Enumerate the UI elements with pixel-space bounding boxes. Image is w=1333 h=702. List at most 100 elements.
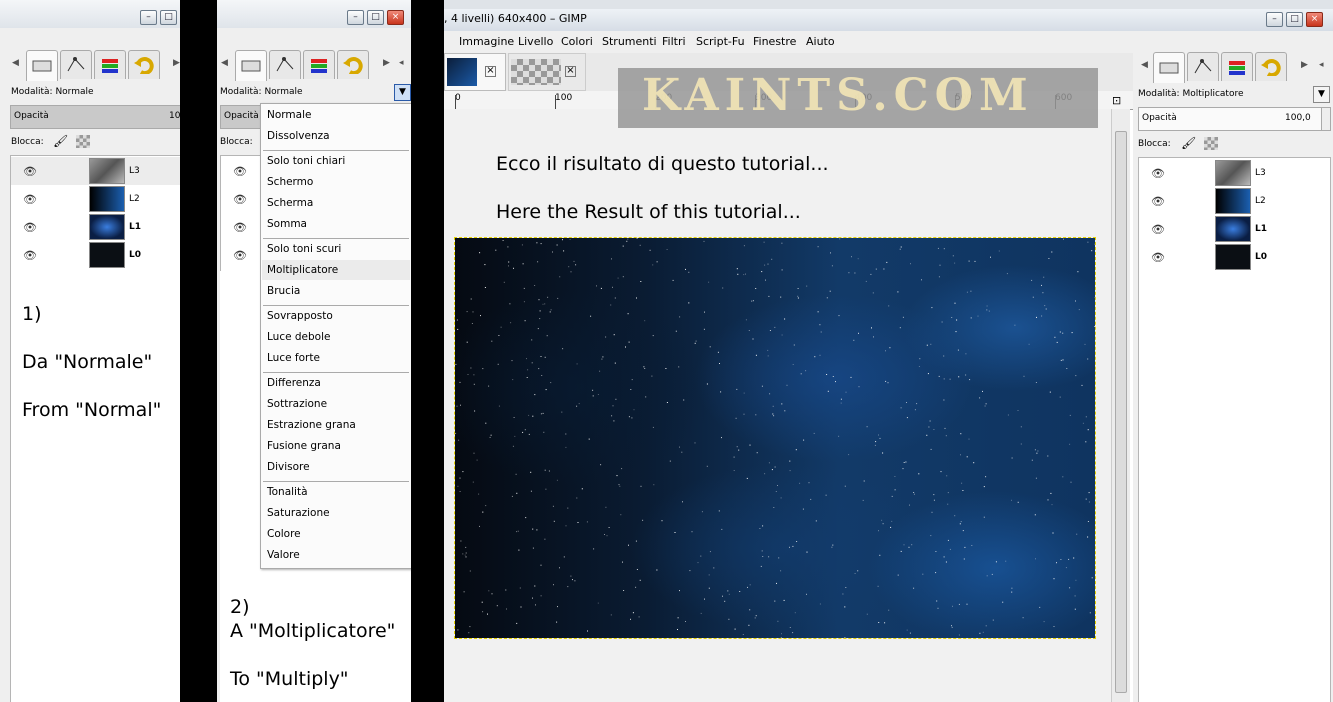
layer-row[interactable]: 👁 L2 [1139,187,1330,215]
eye-icon[interactable]: 👁 [233,249,247,262]
eye-icon[interactable]: 👁 [1151,251,1165,264]
mode-dropdown-button[interactable]: ▼ [1313,86,1330,103]
image-tab-starfield[interactable]: × [444,53,506,91]
menu-item[interactable]: Livello [518,35,553,48]
menu-item[interactable]: Aiuto [806,35,835,48]
scroll-right-arrow-icon[interactable]: ▶ [1301,60,1308,70]
eye-icon[interactable]: 👁 [23,221,37,234]
eye-icon[interactable]: 👁 [23,249,37,262]
maximize-button[interactable]: □ [367,10,384,25]
menu-item[interactable]: Finestre [753,35,796,48]
mode-option[interactable]: Normale [267,109,311,121]
mode-option[interactable]: Saturazione [267,507,330,519]
eye-icon[interactable]: 👁 [1151,195,1165,208]
mode-option[interactable]: Luce forte [267,352,320,364]
menu-item[interactable]: Immagine [459,35,514,48]
maximize-button[interactable]: □ [160,10,177,25]
tab-undo[interactable] [1255,52,1287,81]
maximize-button[interactable]: □ [1286,12,1303,27]
scroll-left-arrow-icon[interactable]: ◀ [221,58,228,68]
separator-bar [411,0,444,702]
scroll-right-arrow-icon[interactable]: ▶ [173,58,180,68]
eye-icon[interactable]: 👁 [233,165,247,178]
opacity-slider[interactable]: Opacità 100 [10,105,180,129]
starfield-image[interactable] [454,237,1096,639]
minimize-button[interactable]: – [1266,12,1283,27]
mode-option[interactable]: Fusione grana [267,440,341,452]
mode-option[interactable]: Estrazione grana [267,419,356,431]
panel-menu-icon[interactable]: ◂ [399,58,404,68]
mode-option[interactable]: Dissolvenza [267,130,330,142]
opacity-slider[interactable]: Opacità 100,0 [1138,107,1323,131]
layer-row[interactable]: 👁 L2 [11,185,180,213]
tab-channels[interactable] [94,50,126,79]
side-scrollbar[interactable] [1321,107,1331,131]
layer-row[interactable]: 👁 L1 [1139,215,1330,243]
menu-item[interactable]: Script-Fu [696,35,745,48]
close-tab-icon[interactable]: × [565,66,576,77]
mode-dropdown-button[interactable]: ▼ [394,84,411,101]
eye-icon[interactable]: 👁 [233,193,247,206]
scroll-right-arrow-icon[interactable]: ▶ [383,58,390,68]
zoom-nav-icon[interactable]: ⊡ [1112,94,1121,107]
eye-icon[interactable]: 👁 [1151,223,1165,236]
eye-icon[interactable]: 👁 [233,221,247,234]
tab-undo[interactable] [337,50,369,79]
vertical-scrollbar[interactable] [1111,109,1130,702]
close-button[interactable]: × [1306,12,1323,27]
tab-layers[interactable] [1153,52,1185,83]
mode-option[interactable]: Moltiplicatore [267,264,338,276]
image-tab-other[interactable]: × [508,53,586,91]
layer-row[interactable]: 👁 L0 [11,241,180,269]
mode-option[interactable]: Solo toni scuri [267,243,341,255]
layer-row[interactable]: 👁 L3 [1139,159,1330,187]
mode-label[interactable]: Modalità: Normale [11,87,94,97]
scrollbar-thumb[interactable] [1115,131,1127,693]
menu-item[interactable]: Colori [561,35,593,48]
eye-icon[interactable]: 👁 [1151,167,1165,180]
tab-paths[interactable] [60,50,92,79]
tab-channels[interactable] [1221,52,1253,81]
eye-icon[interactable]: 👁 [23,165,37,178]
mode-option[interactable]: Divisore [267,461,310,473]
mode-option[interactable]: Scherma [267,197,313,209]
mode-label[interactable]: Modalità: Normale [220,87,303,97]
mode-option[interactable]: Brucia [267,285,300,297]
tab-channels[interactable] [303,50,335,79]
mode-option[interactable]: Luce debole [267,331,330,343]
scroll-left-arrow-icon[interactable]: ◀ [12,58,19,68]
alpha-lock-icon[interactable] [1204,137,1218,150]
mode-option[interactable]: Tonalità [267,486,308,498]
mode-option[interactable]: Colore [267,528,301,540]
mode-option[interactable]: Valore [267,549,300,561]
mode-option[interactable]: Differenza [267,377,321,389]
tab-layers[interactable] [235,50,267,81]
menu-item[interactable]: Filtri [662,35,686,48]
brush-lock-icon[interactable]: 🖌 [1181,136,1196,150]
mode-label[interactable]: Modalità: Moltiplicatore [1138,89,1244,99]
mode-option[interactable]: Sovrapposto [267,310,333,322]
scroll-left-arrow-icon[interactable]: ◀ [1141,60,1148,70]
eye-icon[interactable]: 👁 [23,193,37,206]
layer-row[interactable]: 👁 L1 [11,213,180,241]
lock-label: Blocca: [220,137,253,147]
layer-row[interactable]: 👁 L3 [11,157,180,185]
mode-option[interactable]: Somma [267,218,307,230]
mode-option[interactable]: Schermo [267,176,313,188]
menu-item[interactable]: Strumenti [602,35,657,48]
alpha-lock-icon[interactable] [76,135,90,148]
panel-menu-icon[interactable]: ◂ [1319,60,1324,70]
brush-lock-icon[interactable]: 🖌 [53,134,68,148]
close-tab-icon[interactable]: × [485,66,496,77]
note-from-en: From "Normal" [22,399,162,421]
mode-option[interactable]: Sottrazione [267,398,327,410]
close-button[interactable]: × [387,10,404,25]
mode-option[interactable]: Solo toni chiari [267,155,345,167]
tab-paths[interactable] [269,50,301,79]
tab-layers[interactable] [26,50,58,81]
tab-undo[interactable] [128,50,160,79]
minimize-button[interactable]: – [347,10,364,25]
layer-row[interactable]: 👁 L0 [1139,243,1330,271]
tab-paths[interactable] [1187,52,1219,81]
minimize-button[interactable]: – [140,10,157,25]
